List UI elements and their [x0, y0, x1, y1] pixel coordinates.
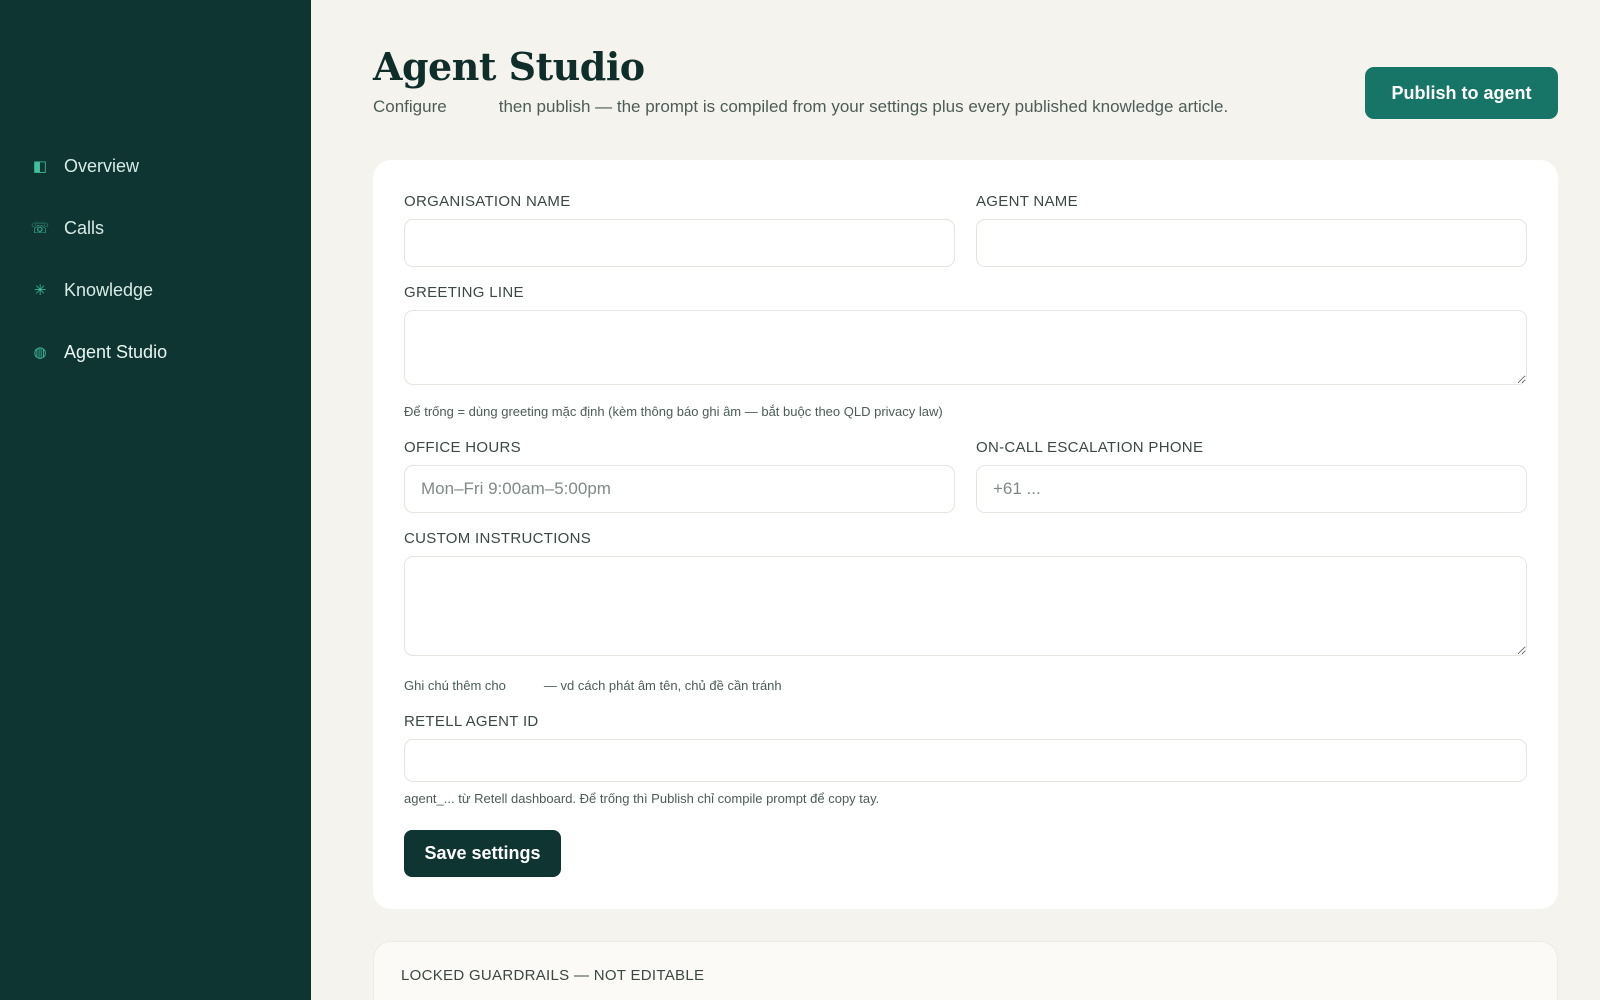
- page-subtitle: Configure then publish — the prompt is co…: [373, 97, 1228, 117]
- office-hours-field-group: OFFICE HOURS: [404, 439, 955, 513]
- agent-name-label: AGENT NAME: [976, 193, 1078, 210]
- subtitle-part2: then publish — the prompt is compiled fr…: [498, 97, 1229, 116]
- locked-guardrails-card: LOCKED GUARDRAILS — NOT EDITABLE: [373, 941, 1558, 1000]
- office-hours-label: OFFICE HOURS: [404, 439, 521, 456]
- sidebar: ◧ Overview ☏ Calls ✳ Knowledge ◍ Agent S…: [0, 0, 311, 1000]
- retell-agent-id-field-group: RETELL AGENT ID: [404, 713, 1527, 782]
- app-root: ◧ Overview ☏ Calls ✳ Knowledge ◍ Agent S…: [0, 0, 1600, 1000]
- sidebar-item-knowledge[interactable]: ✳ Knowledge: [0, 270, 311, 310]
- escalation-phone-field-group: ON-CALL ESCALATION PHONE: [976, 439, 1527, 513]
- escalation-phone-input[interactable]: [976, 465, 1527, 513]
- publish-to-agent-button[interactable]: Publish to agent: [1365, 67, 1558, 119]
- greeting-textarea[interactable]: [404, 310, 1527, 385]
- sidebar-item-label: Knowledge: [64, 279, 154, 300]
- org-name-field-group: ORGANISATION NAME: [404, 193, 955, 267]
- greeting-hint: Để trống = dùng greeting mặc định (kèm t…: [404, 404, 943, 419]
- org-name-input[interactable]: [404, 219, 955, 267]
- retell-agent-id-hint: agent_... từ Retell dashboard. Để trống …: [404, 791, 880, 806]
- sidebar-item-agent-studio[interactable]: ◍ Agent Studio: [0, 332, 311, 372]
- name-row: ORGANISATION NAME AGENT NAME: [404, 193, 1527, 284]
- hours-row: OFFICE HOURS ON-CALL ESCALATION PHONE: [404, 439, 1527, 530]
- greeting-label: GREETING LINE: [404, 284, 524, 301]
- locked-guardrails-title: LOCKED GUARDRAILS — NOT EDITABLE: [401, 967, 705, 984]
- custom-instructions-textarea[interactable]: [404, 556, 1527, 656]
- escalation-phone-label: ON-CALL ESCALATION PHONE: [976, 439, 1204, 456]
- agent-name-input[interactable]: [976, 219, 1527, 267]
- sidebar-item-label: Overview: [64, 155, 140, 176]
- asterisk-icon: ✳: [33, 282, 47, 299]
- globe-icon: ◍: [33, 344, 47, 361]
- header-text: Agent Studio Configure then publish — the…: [373, 44, 1228, 117]
- agent-name-field-group: AGENT NAME: [976, 193, 1527, 267]
- page-title: Agent Studio: [373, 44, 645, 89]
- phone-icon: ☏: [30, 220, 50, 237]
- org-name-label: ORGANISATION NAME: [404, 193, 571, 210]
- custom-instructions-hint: Ghi chú thêm cho — vd cách phát âm tên, c…: [404, 678, 1527, 693]
- save-settings-button[interactable]: Save settings: [404, 830, 561, 877]
- page-header: Agent Studio Configure then publish — the…: [373, 0, 1558, 160]
- greeting-field-group: GREETING LINE: [404, 284, 1527, 390]
- custom-instructions-field-group: CUSTOM INSTRUCTIONS: [404, 530, 1527, 661]
- overview-icon: ◧: [32, 158, 48, 175]
- sidebar-item-calls[interactable]: ☏ Calls: [0, 208, 311, 248]
- retell-agent-id-input[interactable]: [404, 739, 1527, 782]
- subtitle-part1: Configure: [373, 97, 447, 116]
- custom-hint-part2: — vd cách phát âm tên, chủ đề cần tránh: [543, 678, 782, 693]
- sidebar-item-label: Calls: [64, 217, 105, 238]
- retell-agent-id-label: RETELL AGENT ID: [404, 713, 539, 730]
- sidebar-item-overview[interactable]: ◧ Overview: [0, 146, 311, 186]
- sidebar-item-label: Agent Studio: [64, 341, 168, 362]
- custom-hint-part1: Ghi chú thêm cho: [404, 678, 506, 693]
- custom-instructions-label: CUSTOM INSTRUCTIONS: [404, 530, 592, 547]
- office-hours-input[interactable]: [404, 465, 955, 513]
- main-content: Agent Studio Configure then publish — the…: [311, 0, 1600, 1000]
- settings-card: ORGANISATION NAME AGENT NAME GREETING LI…: [373, 160, 1558, 909]
